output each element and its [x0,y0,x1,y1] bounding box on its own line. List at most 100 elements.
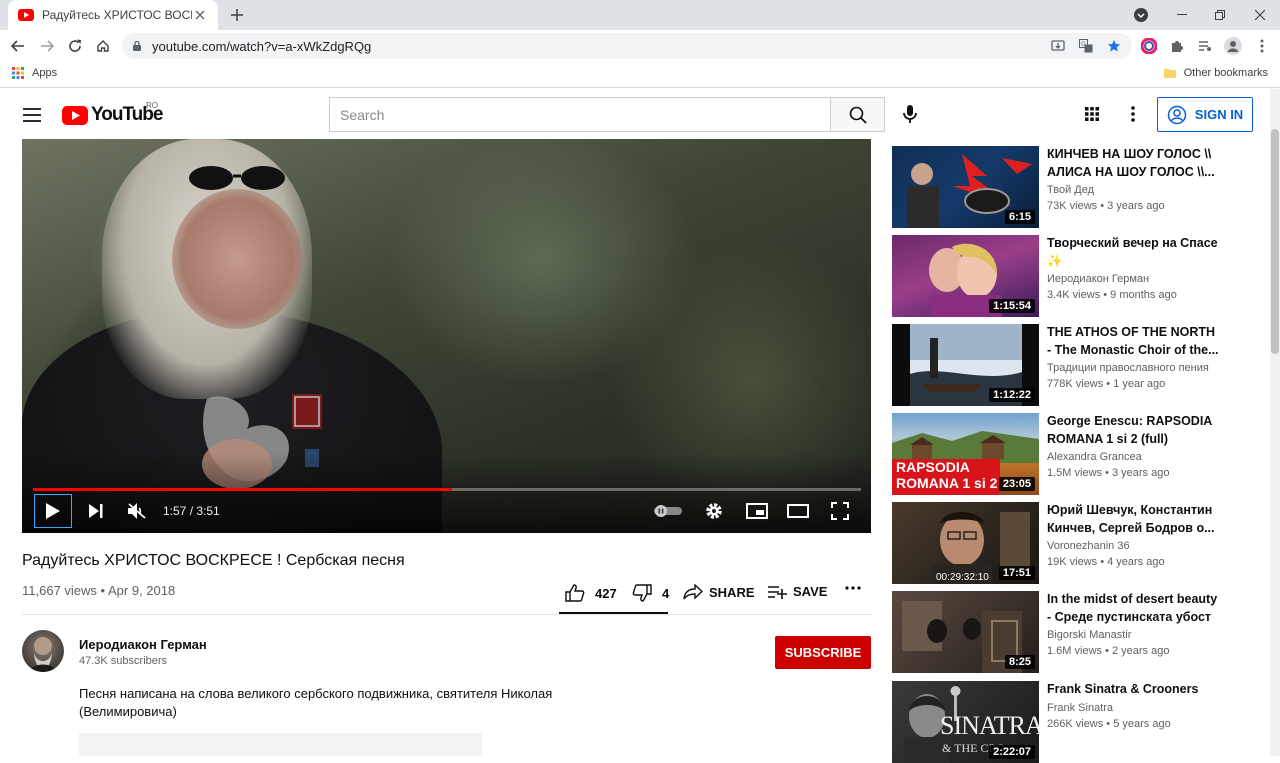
share-button[interactable]: SHARE [683,584,755,600]
thumbnail-timecode: 00:29:32:10 [936,572,989,583]
more-actions-button[interactable] [845,586,861,590]
mute-button[interactable] [125,494,149,528]
theater-mode-button[interactable] [785,494,811,528]
lock-icon[interactable] [132,40,142,52]
browser-menu-icon[interactable] [1250,34,1274,58]
browser-toolbar: youtube.com/watch?v=a-xWkZdgRQg G [0,30,1280,62]
playlist-add-icon [767,585,787,599]
reading-list-icon[interactable] [1193,34,1217,58]
browser-tab[interactable]: Радуйтесь ХРИСТОС ВОСКРЕСЕ ! [8,0,218,30]
recommendation-item[interactable]: 00:29:32:10 17:51 Юрий Шевчук, Константи… [892,502,1222,584]
profile-avatar-icon[interactable] [1221,34,1245,58]
autoplay-pause-icon [653,504,683,518]
settings-more-icon[interactable] [1121,102,1145,126]
dislike-button[interactable]: 4 [632,584,669,602]
recommendation-title[interactable]: КИНЧЕВ НА ШОУ ГОЛОС \\ АЛИСА НА ШОУ ГОЛО… [1047,146,1222,181]
home-icon[interactable] [91,34,115,58]
settings-button[interactable] [702,494,726,528]
recommendation-channel[interactable]: Твой Дед [1047,184,1094,196]
recommendation-item[interactable]: 1:15:54 Творческий вечер на Спасе ✨ Иеро… [892,235,1222,317]
recommendation-item[interactable]: SINATRA & THE CRO 2:22:07 Frank Sinatra … [892,681,1222,763]
tab-title: Радуйтесь ХРИСТОС ВОСКРЕСЕ ! [42,8,192,22]
progress-played [33,488,452,491]
translate-icon[interactable]: G [1078,38,1094,54]
voice-search-mic-icon[interactable] [898,102,922,126]
recommendation-channel[interactable]: Традиции православного пения [1047,362,1209,374]
save-label: SAVE [793,584,828,599]
subscribe-button[interactable]: SUBSCRIBE [775,636,871,669]
scrollbar-thumb[interactable] [1271,129,1279,354]
address-bar[interactable]: youtube.com/watch?v=a-xWkZdgRQg G [122,33,1132,59]
close-tab-icon[interactable] [192,7,208,23]
miniplayer-button[interactable] [744,494,770,528]
minimize-window-icon[interactable] [1162,0,1202,30]
recommendation-channel[interactable]: Voronezhanin 36 [1047,540,1130,552]
recommendation-channel[interactable]: Иеродиакон Герман [1047,273,1149,285]
recommendation-title[interactable]: In the midst of desert beauty - Среде пу… [1047,591,1222,626]
progress-bar[interactable] [33,488,861,491]
channel-name[interactable]: Иеродиакон Герман [79,637,207,652]
search-input[interactable]: Search [329,97,831,132]
recommendation-title[interactable]: THE ATHOS OF THE NORTH - The Monastic Ch… [1047,324,1222,359]
tab-search-icon[interactable] [1121,0,1161,30]
folder-icon [1163,67,1176,79]
like-button[interactable]: 427 [565,584,617,602]
install-app-icon[interactable] [1050,38,1066,54]
youtube-logo[interactable]: YouTube RO [62,101,163,126]
share-label: SHARE [709,584,755,600]
apps-bookmark[interactable]: Apps [12,67,57,79]
recommendation-item[interactable]: 6:15 КИНЧЕВ НА ШОУ ГОЛОС \\ АЛИСА НА ШОУ… [892,146,1222,228]
video-sunglasses [189,166,285,190]
extensions-puzzle-icon[interactable] [1165,34,1189,58]
recommendation-channel[interactable]: Frank Sinatra [1047,702,1113,714]
recommendation-channel[interactable]: Alexandra Grancea [1047,451,1142,463]
recommendation-item[interactable]: RAPSODIA ROMANA 1 si 2 23:05 George Enes… [892,413,1222,495]
back-arrow-icon[interactable] [6,34,30,58]
video-thumbnail[interactable]: 1:12:22 [892,324,1039,406]
svg-text:G: G [1081,41,1086,48]
browser-tabstrip: Радуйтесь ХРИСТОС ВОСКРЕСЕ ! [0,0,1280,30]
restore-window-icon[interactable] [1200,0,1240,30]
close-window-icon[interactable] [1240,0,1280,30]
autoplay-toggle[interactable] [652,494,684,528]
reload-icon[interactable] [63,34,87,58]
search-icon [849,106,867,124]
hamburger-menu-icon[interactable] [20,103,44,127]
youtube-apps-icon[interactable] [1080,102,1104,126]
recommendation-item[interactable]: 1:12:22 THE ATHOS OF THE NORTH - The Mon… [892,324,1222,406]
next-button[interactable] [84,494,108,528]
video-description: Песня написана на слова великого сербско… [79,686,553,719]
video-player[interactable]: 1:57 / 3:51 [22,139,871,533]
sign-in-label: SIGN IN [1194,107,1244,122]
video-thumbnail[interactable]: SINATRA & THE CRO 2:22:07 [892,681,1039,763]
share-arrow-icon [683,584,703,600]
recommendation-title[interactable]: Творческий вечер на Спасе ✨ [1047,235,1222,270]
fullscreen-button[interactable] [828,494,852,528]
recommendation-item[interactable]: 8:25 In the midst of desert beauty - Сре… [892,591,1222,673]
recommendation-title[interactable]: Frank Sinatra & Crooners [1047,681,1222,699]
video-thumbnail[interactable]: 8:25 [892,591,1039,673]
recommendation-channel[interactable]: Bigorski Manastir [1047,629,1131,641]
color-extension-icon[interactable] [1137,34,1161,58]
fullscreen-icon [831,502,849,520]
search-placeholder: Search [340,106,385,123]
page-scrollbar[interactable] [1270,89,1280,756]
forward-arrow-icon[interactable] [35,34,59,58]
recommendation-title[interactable]: Юрий Шевчук, Константин Кинчев, Сергей Б… [1047,502,1222,537]
dislike-count: 4 [662,585,670,601]
video-thumbnail[interactable]: 1:15:54 [892,235,1039,317]
video-thumbnail[interactable]: 00:29:32:10 17:51 [892,502,1039,584]
recommendation-title[interactable]: George Enescu: RAPSODIA ROMANA 1 si 2 (f… [1047,413,1222,448]
info-divider [22,614,871,615]
other-bookmarks[interactable]: Other bookmarks [1163,67,1268,79]
search-button[interactable] [830,97,885,132]
video-thumbnail[interactable]: 6:15 [892,146,1039,228]
new-tab-button[interactable] [226,5,248,25]
youtube-masthead: YouTube RO Search SIGN IN [0,89,1270,139]
bookmark-star-icon[interactable] [1106,38,1122,54]
sign-in-button[interactable]: SIGN IN [1157,97,1253,132]
video-thumbnail[interactable]: RAPSODIA ROMANA 1 si 2 23:05 [892,413,1039,495]
save-button[interactable]: SAVE [767,584,827,599]
play-button[interactable] [34,494,72,528]
channel-avatar[interactable] [22,630,64,672]
